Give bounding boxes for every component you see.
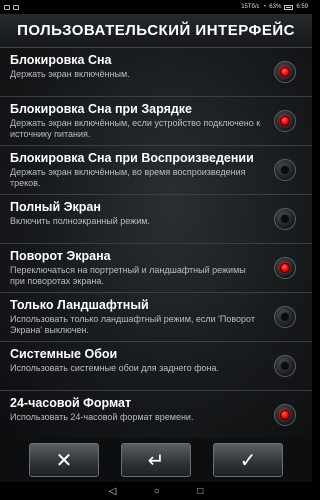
battery-percent: 63% (269, 4, 282, 10)
setting-description: Держать экран включённым. (10, 69, 130, 79)
toggle-radio[interactable] (274, 355, 296, 377)
setting-row-sleep-lock-charging[interactable]: Блокировка Сна при Зарядке Держать экран… (0, 97, 312, 146)
setting-description: Включить полноэкранный режим. (10, 216, 150, 226)
radio-dot (280, 361, 290, 371)
toggle-radio[interactable] (274, 159, 296, 181)
radio-dot (280, 165, 290, 175)
setting-row-sleep-lock[interactable]: Блокировка Сна Держать экран включённым. (0, 48, 312, 97)
setting-description: Держать экран включённым, во время воспр… (10, 167, 246, 188)
settings-panel: ПОЛЬЗОВАТЕЛЬСКИЙ ИНТЕРФЕЙС Блокировка Сн… (0, 14, 312, 440)
nav-home-icon[interactable]: ○ (154, 486, 160, 497)
setting-title: 24-часовой Формат (10, 396, 132, 410)
toggle-radio[interactable] (274, 208, 296, 230)
clock: 6:59 (296, 4, 308, 10)
toggle-radio[interactable] (274, 257, 296, 279)
notification-icon (4, 4, 10, 10)
check-icon: ✓ (239, 449, 257, 472)
setting-title: Системные Обои (10, 347, 118, 361)
action-buttons: ✕ ↵ ✓ (0, 438, 312, 482)
setting-row-rotation[interactable]: Поворот Экрана Переключаться на портретн… (0, 244, 312, 293)
toggle-radio[interactable] (274, 404, 296, 426)
setting-row-system-wallpaper[interactable]: Системные Обои Использовать системные об… (0, 342, 312, 391)
status-left (4, 4, 19, 10)
battery-icon (284, 4, 294, 10)
setting-row-sleep-lock-playback[interactable]: Блокировка Сна при Воспроизведении Держа… (0, 146, 312, 195)
undo-icon: ↵ (147, 449, 165, 472)
setting-row-24h-format[interactable]: 24-часовой Формат Использовать 24-часово… (0, 391, 312, 440)
page-title: ПОЛЬЗОВАТЕЛЬСКИЙ ИНТЕРФЕЙС (17, 22, 295, 39)
radio-dot (280, 214, 290, 224)
radio-dot (280, 410, 290, 420)
setting-description: Использовать системные обои для заднего … (10, 363, 220, 373)
navigation-bar: ◁ ○ □ (0, 482, 312, 500)
setting-title: Блокировка Сна при Воспроизведении (10, 151, 254, 165)
radio-dot (280, 312, 290, 322)
toggle-radio[interactable] (274, 110, 296, 132)
radio-dot (280, 67, 290, 77)
setting-title: Полный Экран (10, 200, 101, 214)
status-bar: 15Тб/с ◔ 63% 6:59 (0, 0, 312, 14)
toggle-radio[interactable] (274, 61, 296, 83)
setting-description: Переключаться на портретный и ландшафтны… (10, 265, 246, 286)
setting-title: Блокировка Сна при Зарядке (10, 102, 193, 116)
radio-dot (280, 263, 290, 273)
cancel-button[interactable]: ✕ (29, 443, 99, 477)
setting-title: Поворот Экрана (10, 249, 111, 263)
nav-recents-icon[interactable]: □ (197, 486, 203, 497)
back-button[interactable]: ↵ (121, 443, 191, 477)
panel-header: ПОЛЬЗОВАТЕЛЬСКИЙ ИНТЕРФЕЙС (0, 14, 312, 48)
setting-row-landscape-only[interactable]: Только Ландшафтный Использовать только л… (0, 293, 312, 342)
setting-row-fullscreen[interactable]: Полный Экран Включить полноэкранный режи… (0, 195, 312, 244)
setting-description: Использовать только ландшафтный режим, е… (10, 314, 255, 335)
close-icon: ✕ (55, 449, 73, 472)
settings-list: Блокировка Сна Держать экран включённым.… (0, 48, 312, 440)
wifi-icon: ◔ (262, 4, 267, 10)
notification-icon (13, 4, 19, 10)
setting-description: Использовать 24-часовой формат времени. (10, 412, 194, 422)
setting-description: Держать экран включённым, если устройств… (10, 118, 261, 139)
setting-title: Блокировка Сна (10, 53, 112, 67)
confirm-button[interactable]: ✓ (213, 443, 283, 477)
status-right: 15Тб/с ◔ 63% 6:59 (241, 4, 308, 10)
radio-dot (280, 116, 290, 126)
setting-title: Только Ландшафтный (10, 298, 149, 312)
nav-back-icon[interactable]: ◁ (109, 486, 117, 497)
toggle-radio[interactable] (274, 306, 296, 328)
network-speed: 15Тб/с (241, 4, 260, 10)
